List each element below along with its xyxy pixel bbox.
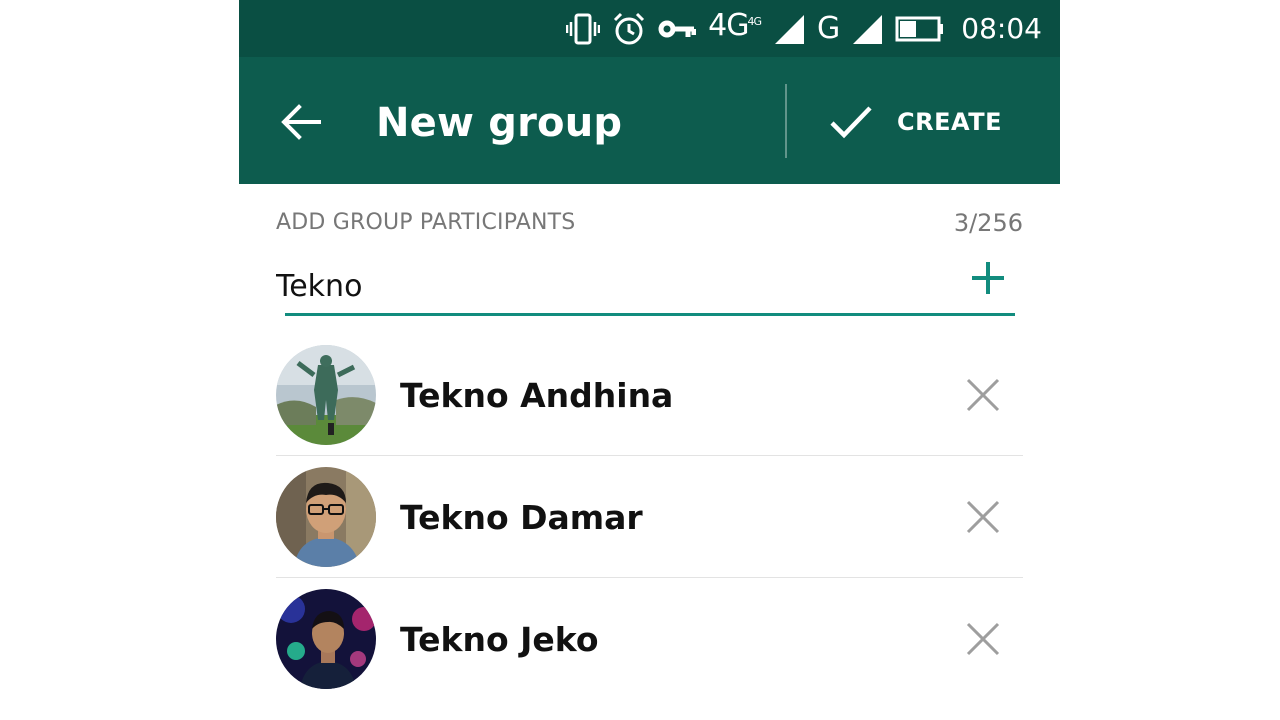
signal-icon xyxy=(853,15,883,44)
status-bar: 4G4G G 08:04 xyxy=(239,0,1060,57)
avatar xyxy=(276,345,376,445)
signal-icon xyxy=(775,15,805,44)
avatar xyxy=(276,589,376,689)
close-icon xyxy=(966,500,1000,534)
back-button[interactable] xyxy=(277,97,327,147)
close-icon xyxy=(966,378,1000,412)
alarm-icon xyxy=(614,12,645,45)
network-type: 4G4G xyxy=(708,8,762,43)
participant-name: Tekno Damar xyxy=(400,498,643,537)
participant-row[interactable]: Tekno Andhina xyxy=(276,334,1023,456)
search-field xyxy=(276,256,1022,318)
vibrate-icon xyxy=(566,13,601,45)
app-bar: New group CREATE xyxy=(239,57,1060,184)
search-input[interactable] xyxy=(276,264,946,308)
phone-screen: 4G4G G 08:04 New group CREATE ADD GROUP … xyxy=(239,0,1060,720)
clock: 08:04 xyxy=(961,12,1042,45)
remove-participant-button[interactable] xyxy=(965,499,1001,535)
vpn-key-icon xyxy=(658,20,697,38)
add-participant-button[interactable] xyxy=(968,256,1008,300)
participant-row[interactable]: Tekno Jeko xyxy=(276,578,1023,700)
participant-list: Tekno Andhina Tekno Damar Tekno Jeko xyxy=(276,334,1023,700)
arrow-left-icon xyxy=(281,104,321,140)
network-type-secondary: G xyxy=(817,11,840,46)
participant-row[interactable]: Tekno Damar xyxy=(276,456,1023,578)
status-icons: 4G4G G 08:04 xyxy=(566,8,1042,48)
participant-name: Tekno Jeko xyxy=(400,620,599,659)
plus-icon xyxy=(972,262,1004,294)
close-icon xyxy=(966,622,1000,656)
check-icon xyxy=(830,106,872,139)
search-underline xyxy=(285,313,1015,316)
create-label: CREATE xyxy=(897,108,1002,136)
create-button[interactable]: CREATE xyxy=(829,97,1002,147)
participant-name: Tekno Andhina xyxy=(400,376,674,415)
page-title: New group xyxy=(376,100,623,146)
avatar xyxy=(276,467,376,567)
remove-participant-button[interactable] xyxy=(965,377,1001,413)
toolbar-divider xyxy=(785,84,787,158)
battery-icon xyxy=(895,16,944,42)
section-header: ADD GROUP PARTICIPANTS xyxy=(276,210,576,235)
participant-counter: 3/256 xyxy=(953,209,1023,237)
remove-participant-button[interactable] xyxy=(965,621,1001,657)
